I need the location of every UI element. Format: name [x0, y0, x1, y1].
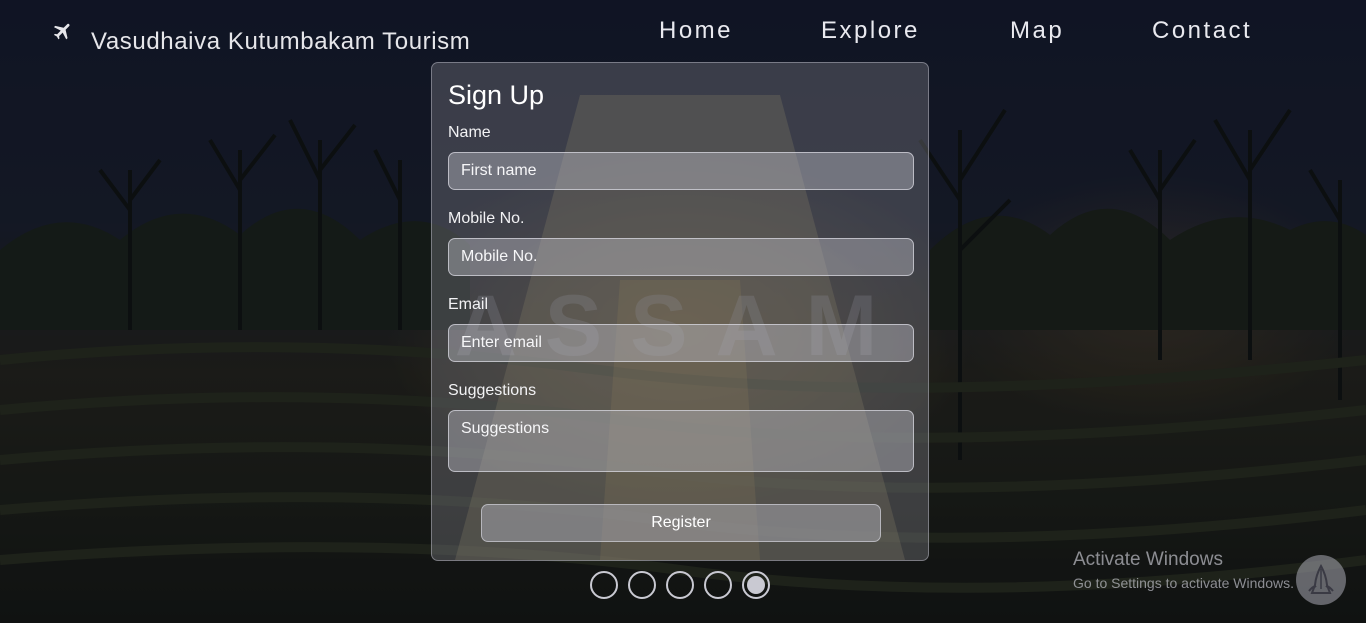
register-button[interactable]: Register — [481, 504, 881, 542]
nav-map[interactable]: Map — [1010, 17, 1064, 45]
slider-dot-1[interactable] — [590, 571, 618, 599]
activation-title: Activate Windows — [1073, 549, 1223, 570]
slider-dot-4[interactable] — [704, 571, 732, 599]
site-title: Vasudhaiva Kutumbakam Tourism — [91, 28, 471, 55]
nav-explore[interactable]: Explore — [821, 17, 920, 45]
suggestions-label: Suggestions — [448, 382, 537, 399]
suggestions-textarea[interactable] — [448, 410, 914, 472]
name-label: Name — [448, 124, 491, 141]
activation-watermark: Activate Windows Go to Settings to activ… — [1073, 549, 1294, 591]
slider-dot-3[interactable] — [666, 571, 694, 599]
mobile-input[interactable] — [448, 238, 914, 276]
mobile-label: Mobile No. — [448, 210, 525, 227]
email-label: Email — [448, 296, 489, 313]
signup-form: Sign Up Name Mobile No. Email Suggestion… — [431, 62, 929, 561]
airplane-icon — [52, 20, 74, 42]
brand[interactable]: Vasudhaiva Kutumbakam Tourism — [52, 18, 470, 56]
nav-home[interactable]: Home — [659, 17, 733, 45]
namaste-logo-icon[interactable] — [1296, 555, 1346, 605]
name-input[interactable] — [448, 152, 914, 190]
form-title: Sign Up — [448, 80, 545, 110]
nav-contact[interactable]: Contact — [1152, 17, 1252, 45]
activation-subtitle: Go to Settings to activate Windows. — [1073, 575, 1294, 591]
slider-dot-5[interactable] — [742, 571, 770, 599]
slider-dot-2[interactable] — [628, 571, 656, 599]
email-input[interactable] — [448, 324, 914, 362]
